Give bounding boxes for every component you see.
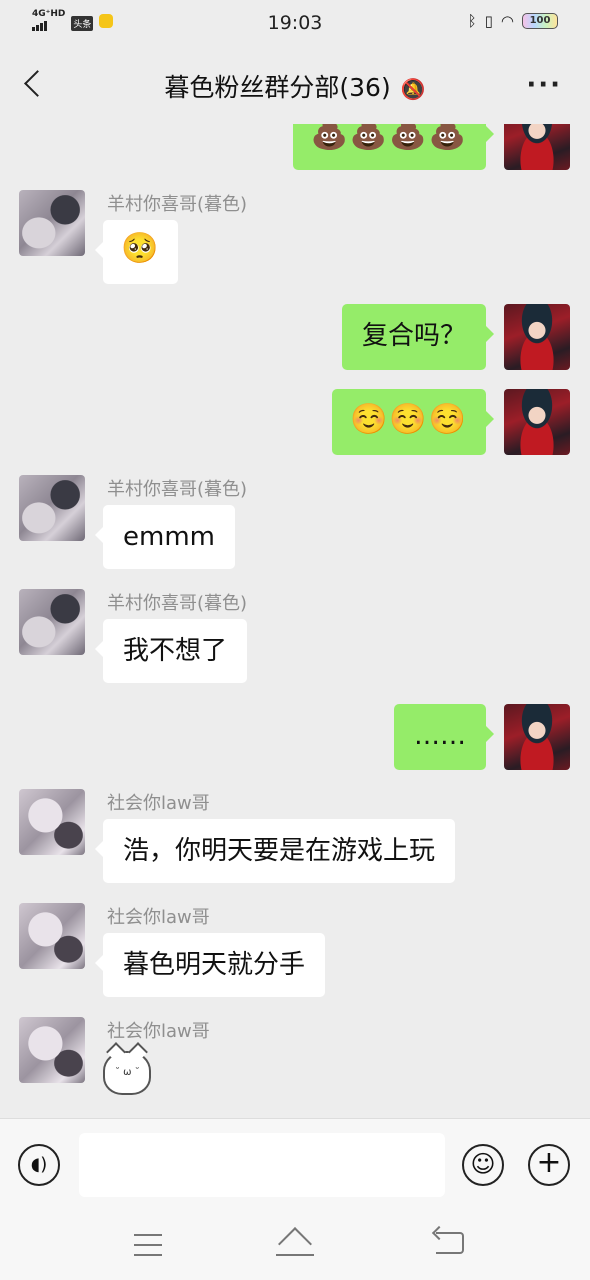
message-bubble[interactable]: 浩，你明天要是在游戏上玩 — [94, 819, 456, 883]
sender-name: 羊村你喜哥(暮色) — [107, 479, 248, 500]
message-text: 复合吗？ — [361, 321, 466, 351]
message-text: 我不想了 — [123, 636, 228, 666]
message-row: 社会你law哥 ˘ ω ˘ — [0, 1017, 590, 1117]
cat-sticker-icon: ˘ ω ˘ — [103, 1051, 151, 1095]
message-text: 🥺 — [121, 231, 161, 266]
sender-avatar[interactable] — [19, 903, 85, 969]
sender-avatar[interactable] — [19, 789, 85, 855]
wifi-icon: ◠ — [500, 12, 514, 30]
message-row: 羊村你喜哥(暮色) 🥺 — [0, 190, 590, 290]
status-bar: 4G⁺HD 头条 19:03 ᛒ ▯ ◠ 100 — [0, 0, 590, 46]
message-bubble[interactable]: ☺️☺️☺️ — [331, 389, 495, 455]
sender-name: 羊村你喜哥(暮色) — [107, 194, 248, 215]
message-row: 复合吗？ — [0, 304, 590, 370]
message-row: 羊村你喜哥(暮色) emmm — [0, 475, 590, 575]
message-text: 💩💩💩💩 — [310, 124, 468, 152]
more-functions-button[interactable]: + — [528, 1144, 570, 1186]
menu-icon[interactable] — [134, 1234, 162, 1256]
input-bar: ◖) ☺ + — [0, 1118, 590, 1211]
bluetooth-icon: ᛒ — [467, 12, 477, 30]
sender-name: 社会你law哥 — [107, 907, 210, 928]
back-icon[interactable] — [436, 1232, 464, 1254]
message-input[interactable] — [79, 1133, 445, 1197]
message-bubble[interactable]: 暮色明天就分手 — [94, 933, 326, 997]
chat-title: 暮色粉丝群分部(36) — [164, 73, 391, 102]
more-options-button[interactable]: ··· — [526, 70, 562, 100]
emoji-icon: ☺ — [470, 1150, 496, 1178]
my-avatar[interactable] — [504, 124, 570, 170]
message-text: 浩，你明天要是在游戏上玩 — [123, 836, 436, 866]
message-text: 暮色明天就分手 — [123, 950, 306, 980]
message-bubble[interactable]: 🥺 — [94, 220, 179, 284]
voice-button[interactable]: ◖) — [18, 1144, 60, 1186]
message-bubble[interactable]: 我不想了 — [94, 619, 248, 683]
home-icon[interactable] — [276, 1232, 314, 1256]
chat-area[interactable]: 💩💩💩💩 羊村你喜哥(暮色) 🥺 复合吗？ ☺️☺️☺️ 羊村你喜哥(暮色) e… — [0, 124, 590, 1118]
message-text: emmm — [123, 522, 215, 552]
system-navigation-bar — [0, 1210, 590, 1280]
bell-muted-icon: 🔕 — [400, 76, 426, 101]
my-avatar[interactable] — [504, 704, 570, 770]
message-bubble[interactable]: 💩💩💩💩 — [292, 124, 495, 170]
message-bubble[interactable]: …… — [394, 704, 494, 770]
message-bubble[interactable]: emmm — [95, 505, 235, 569]
message-row: ☺️☺️☺️ — [0, 389, 590, 455]
sender-avatar[interactable] — [19, 190, 85, 256]
status-right: ᛒ ▯ ◠ 100 — [468, 13, 558, 29]
message-row: 社会你law哥 暮色明天就分手 — [0, 903, 590, 1003]
plus-icon: + — [536, 1145, 562, 1180]
cat-sticker[interactable]: ˘ ω ˘ — [103, 1047, 153, 1097]
message-text: …… — [414, 721, 466, 751]
voice-icon: ◖) — [30, 1154, 48, 1175]
message-row: 羊村你喜哥(暮色) 我不想了 — [0, 589, 590, 689]
my-avatar[interactable] — [504, 304, 570, 370]
sender-name: 社会你law哥 — [107, 793, 210, 814]
sender-avatar[interactable] — [19, 589, 85, 655]
message-bubble[interactable]: 复合吗？ — [341, 304, 495, 370]
my-avatar[interactable] — [504, 389, 570, 455]
emoji-button[interactable]: ☺ — [462, 1144, 504, 1186]
battery-indicator: 100 — [522, 13, 558, 29]
chat-header: 暮色粉丝群分部(36) 🔕 ··· — [0, 46, 590, 124]
message-row: 社会你law哥 浩，你明天要是在游戏上玩 — [0, 789, 590, 889]
title-area: 暮色粉丝群分部(36) 🔕 — [0, 68, 590, 104]
message-row: …… — [0, 704, 590, 770]
sender-avatar[interactable] — [19, 1017, 85, 1083]
vibrate-icon: ▯ — [484, 12, 493, 30]
sender-name: 羊村你喜哥(暮色) — [107, 593, 248, 614]
message-row: 💩💩💩💩 — [0, 124, 590, 170]
message-text: ☺️☺️☺️ — [349, 402, 468, 437]
sender-avatar[interactable] — [19, 475, 85, 541]
sender-name: 社会你law哥 — [107, 1021, 210, 1042]
